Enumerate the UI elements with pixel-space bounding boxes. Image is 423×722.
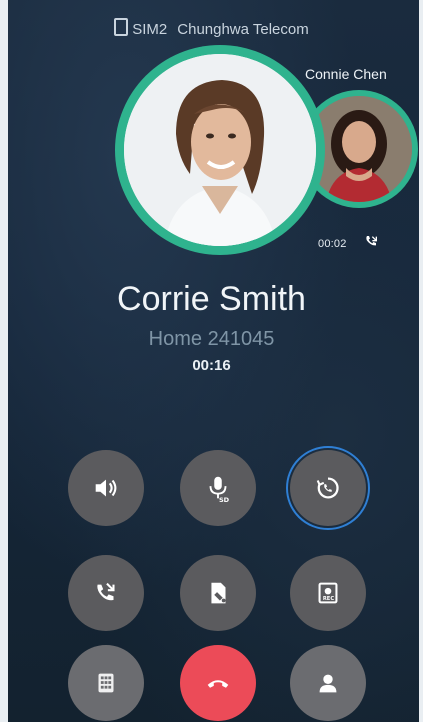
swap-call-icon	[316, 477, 339, 499]
add-call-button[interactable]	[68, 555, 144, 631]
caller-number: Home 241045	[148, 328, 275, 350]
contacts-icon	[319, 674, 337, 693]
caller-name: Corrie Smith	[117, 280, 306, 318]
swap-call-button[interactable]	[290, 450, 366, 526]
add-call-icon	[97, 582, 115, 601]
carrier-name: Chunghwa Telecom	[177, 21, 309, 38]
sim-label: SIM2	[132, 21, 168, 38]
contacts-button[interactable]	[290, 645, 366, 721]
dialpad-button[interactable]	[68, 645, 144, 721]
call-timer: 00:16	[192, 357, 231, 374]
note-icon	[211, 582, 226, 604]
end-call-icon	[207, 680, 229, 688]
svg-text:REC: REC	[323, 596, 334, 602]
incoming-call-icon	[366, 236, 377, 246]
mute-mic-icon: SD	[209, 476, 230, 503]
dialpad-icon	[98, 673, 114, 693]
record-button[interactable]: REC	[290, 555, 366, 631]
woman-portrait-icon	[124, 54, 316, 246]
secondary-caller-name: Connie Chen	[305, 66, 387, 82]
end-call-button[interactable]	[180, 645, 256, 721]
speaker-button[interactable]	[68, 450, 144, 526]
speaker-icon	[95, 479, 117, 497]
record-icon: REC	[318, 582, 338, 604]
note-button[interactable]	[180, 555, 256, 631]
sim-card-icon	[114, 18, 129, 36]
mute-button[interactable]: SD	[180, 450, 256, 526]
main-caller-avatar[interactable]	[115, 45, 325, 255]
main-avatar-photo	[124, 54, 316, 246]
status-bar: SIM2 Chunghwa Telecom	[0, 18, 423, 38]
secondary-call-timer: 00:02	[318, 238, 347, 250]
svg-text:SD: SD	[219, 496, 230, 503]
